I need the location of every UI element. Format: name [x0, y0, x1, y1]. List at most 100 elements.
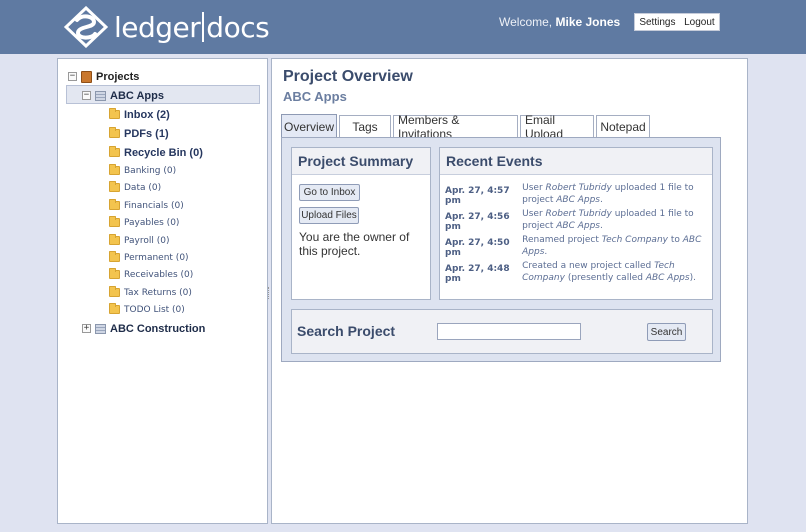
- folder-icon: [109, 127, 120, 138]
- project-icon: [95, 90, 106, 101]
- recent-events-title: Recent Events: [440, 148, 712, 175]
- folder-icon: [109, 108, 120, 119]
- page-title: Project Overview: [283, 68, 413, 85]
- folder-icon: [109, 146, 120, 157]
- brand-separator: [202, 12, 205, 42]
- overview-content: Project Summary Go to Inbox Upload Files…: [281, 137, 721, 362]
- main-panel: Project Overview ABC Apps Overview Tags …: [271, 58, 748, 524]
- welcome-message: Welcome, Mike Jones: [499, 15, 620, 29]
- folder-icon: [109, 234, 120, 245]
- user-name: Mike Jones: [555, 15, 621, 29]
- event-item: Apr. 27, 4:50 pm Renamed project Tech Co…: [445, 234, 710, 258]
- upload-files-button[interactable]: Upload Files: [299, 207, 359, 224]
- event-text: Created a new project called Tech Compan…: [522, 261, 696, 283]
- project-icon: [95, 323, 106, 334]
- folder-label: Tax Returns (0): [124, 287, 192, 298]
- tab-notepad[interactable]: Notepad: [596, 115, 650, 138]
- folder-label: Inbox (2): [124, 108, 170, 121]
- search-project-title: Search Project: [297, 323, 396, 339]
- folder-label: Financials (0): [124, 200, 184, 211]
- folder-label: Payroll (0): [124, 235, 170, 246]
- tree-folder-inbox[interactable]: Inbox (2): [109, 106, 170, 123]
- recent-events-box: Recent Events Apr. 27, 4:57 pm User Robe…: [439, 147, 713, 300]
- user-link[interactable]: Robert Tubridy: [546, 183, 612, 193]
- folder-icon: [109, 303, 120, 314]
- user-link[interactable]: Robert Tubridy: [546, 209, 612, 219]
- owner-message: You are the owner of this project.: [299, 230, 410, 258]
- project-name: ABC Apps: [283, 89, 347, 104]
- folder-label: Permanent (0): [124, 252, 189, 263]
- tab-tags[interactable]: Tags: [339, 115, 391, 138]
- tab-overview[interactable]: Overview: [281, 114, 337, 138]
- tab-bar: Overview Tags Members & Invitations Emai…: [281, 113, 652, 141]
- tree-folder-receivables[interactable]: Receivables (0): [109, 266, 193, 283]
- folder-label: Receivables (0): [124, 269, 194, 280]
- tree-root[interactable]: − Projects: [68, 68, 139, 85]
- event-text: Renamed project Tech Company to ABC Apps…: [522, 235, 702, 257]
- folder-icon: [109, 286, 120, 297]
- panel-splitter[interactable]: [268, 287, 270, 299]
- event-text: User Robert Tubridy uploaded 1 file to p…: [522, 183, 694, 205]
- logo-mark-icon: [64, 6, 108, 48]
- event-time: Apr. 27, 4:50 pm: [445, 238, 510, 258]
- search-project-box: Search Project Search: [291, 309, 713, 354]
- tree-folder-pdfs[interactable]: PDFs (1): [109, 125, 169, 142]
- collapse-icon[interactable]: −: [82, 91, 91, 100]
- logout-link[interactable]: Logout: [684, 17, 715, 28]
- folder-icon: [109, 181, 120, 192]
- account-links: Settings Logout: [634, 13, 720, 31]
- event-item: Apr. 27, 4:56 pm User Robert Tubridy upl…: [445, 208, 710, 232]
- project-link[interactable]: Tech Company: [602, 235, 668, 245]
- welcome-prefix: Welcome,: [499, 15, 553, 29]
- search-input[interactable]: [437, 323, 581, 340]
- event-time: Apr. 27, 4:57 pm: [445, 186, 510, 206]
- collapse-icon[interactable]: −: [68, 72, 77, 81]
- tree-folder-payables[interactable]: Payables (0): [109, 214, 179, 231]
- settings-link[interactable]: Settings: [639, 17, 675, 28]
- folder-label: Data (0): [124, 182, 162, 193]
- folder-label: TODO List (0): [124, 304, 185, 315]
- project-link[interactable]: ABC Apps: [646, 273, 690, 283]
- folder-icon: [109, 164, 120, 175]
- tab-members-invitations[interactable]: Members & Invitations: [393, 113, 518, 141]
- event-item: Apr. 27, 4:57 pm User Robert Tubridy upl…: [445, 182, 710, 206]
- folder-icon: [109, 251, 120, 262]
- tree-project-abc-apps[interactable]: − ABC Apps: [82, 87, 164, 104]
- tree-folder-banking[interactable]: Banking (0): [109, 162, 176, 179]
- tree-project-abc-construction[interactable]: + ABC Construction: [82, 320, 205, 337]
- tree-root-label: Projects: [96, 70, 140, 83]
- search-button[interactable]: Search: [647, 323, 686, 341]
- expand-icon[interactable]: +: [82, 324, 91, 333]
- book-icon: [81, 70, 92, 83]
- folder-label: Recycle Bin (0): [124, 146, 203, 159]
- event-text: User Robert Tubridy uploaded 1 file to p…: [522, 209, 694, 231]
- brand-right: docs: [206, 10, 270, 44]
- tree-folder-todo-list[interactable]: TODO List (0): [109, 301, 185, 318]
- project-summary-title: Project Summary: [292, 148, 430, 175]
- project-label: ABC Apps: [110, 89, 164, 102]
- brand-left: ledger: [114, 10, 201, 44]
- folder-icon: [109, 199, 120, 210]
- tree-folder-permanent[interactable]: Permanent (0): [109, 249, 189, 266]
- event-time: Apr. 27, 4:56 pm: [445, 212, 510, 232]
- folder-icon: [109, 268, 120, 279]
- go-to-inbox-button[interactable]: Go to Inbox: [299, 184, 360, 201]
- project-summary-box: Project Summary Go to Inbox Upload Files…: [291, 147, 431, 300]
- event-item: Apr. 27, 4:48 pm Created a new project c…: [445, 260, 710, 284]
- event-time: Apr. 27, 4:48 pm: [445, 264, 510, 284]
- tree-folder-financials[interactable]: Financials (0): [109, 197, 184, 214]
- tree-folder-data[interactable]: Data (0): [109, 179, 161, 196]
- project-link[interactable]: ABC Apps: [556, 221, 600, 231]
- top-header: ledger docs Welcome, Mike Jones Settings …: [0, 0, 806, 54]
- project-link[interactable]: ABC Apps: [556, 195, 600, 205]
- folder-label: Payables (0): [124, 217, 180, 228]
- logo-text: ledger docs: [114, 10, 270, 44]
- folder-label: PDFs (1): [124, 127, 169, 140]
- project-label: ABC Construction: [110, 322, 206, 335]
- tree-folder-recycle-bin[interactable]: Recycle Bin (0): [109, 144, 203, 161]
- tab-email-upload[interactable]: Email Upload: [520, 113, 594, 141]
- folder-icon: [109, 216, 120, 227]
- ledgerdocs-logo[interactable]: ledger docs: [64, 6, 270, 48]
- tree-folder-payroll[interactable]: Payroll (0): [109, 232, 169, 249]
- tree-folder-tax-returns[interactable]: Tax Returns (0): [109, 284, 192, 301]
